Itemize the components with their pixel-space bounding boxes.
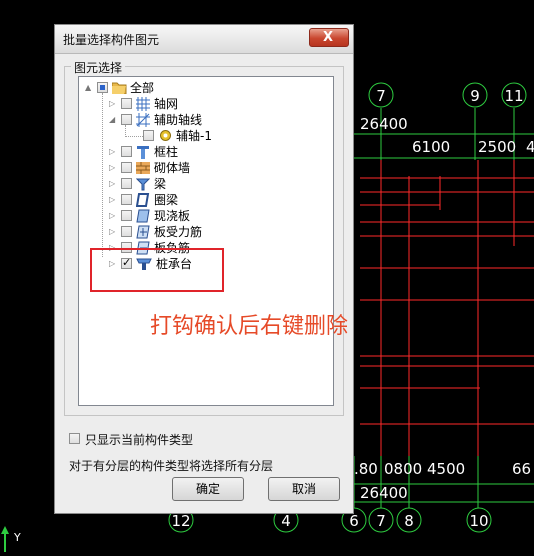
tree-label-frame-column: 框柱 — [154, 145, 179, 159]
tree-checkbox-masonry-wall[interactable] — [121, 162, 132, 173]
ucs-icon: Y — [1, 526, 21, 552]
dialog-title: 批量选择构件图元 — [63, 33, 160, 47]
ring-beam-icon — [135, 193, 150, 207]
gear-icon — [159, 129, 173, 143]
axis-label-10-bottom: 10 — [469, 512, 488, 530]
axis-label-7-top: 7 — [376, 87, 386, 105]
group-title: 图元选择 — [71, 59, 126, 76]
axis-label-6-bottom: 6 — [349, 512, 359, 530]
dimension-bottom-3: 4500 — [427, 460, 465, 478]
component-tree[interactable]: ▲ 全部 ▷ 轴网 ◢ 辅助轴线 辅轴-1 ▷ 框柱 ▷ 砌体墙 ▷ 梁 ▷ 圈… — [78, 76, 334, 406]
annotation-highlight-box — [90, 248, 224, 292]
expand-icon[interactable]: ▷ — [109, 98, 117, 110]
axis-label-12-bottom: 12 — [171, 512, 190, 530]
dialog-titlebar[interactable]: 批量选择构件图元 X — [55, 25, 353, 54]
expand-icon[interactable]: ▷ — [109, 162, 117, 174]
beam-icon — [135, 177, 151, 191]
tree-checkbox-slab-rebar[interactable] — [121, 226, 132, 237]
tree-label-root: 全部 — [130, 81, 155, 95]
expand-icon[interactable]: ▷ — [109, 226, 117, 238]
tree-checkbox-beam[interactable] — [121, 178, 132, 189]
tree-label-masonry-wall: 砌体墙 — [154, 161, 191, 175]
tree-label-aux-axis: 辅助轴线 — [154, 113, 203, 127]
slab-icon — [136, 209, 150, 223]
annotation-text: 打钩确认后右键删除 — [150, 314, 349, 339]
tree-checkbox-ring-beam[interactable] — [121, 194, 132, 205]
expand-icon[interactable]: ▷ — [109, 210, 117, 222]
dimension-bottom-4: 66 — [512, 460, 531, 478]
cancel-button[interactable]: 取消 — [268, 477, 340, 501]
layer-note: 对于有分层的构件类型将选择所有分层 — [69, 459, 274, 473]
tree-checkbox-root[interactable] — [97, 82, 108, 93]
expand-icon[interactable]: ▷ — [109, 194, 117, 206]
tree-checkbox-frame-column[interactable] — [121, 146, 132, 157]
tree-label-slab-rebar: 板受力筋 — [154, 225, 203, 239]
rebar-icon — [136, 225, 150, 239]
expand-icon[interactable]: ▷ — [109, 146, 117, 158]
close-icon: X — [323, 30, 334, 45]
ok-button[interactable]: 确定 — [172, 477, 244, 501]
tree-label-axis-grid: 轴网 — [154, 97, 179, 111]
beam-lines — [360, 160, 534, 456]
tree-checkbox-axis-grid[interactable] — [121, 98, 132, 109]
dimension-top-3: 4 — [526, 138, 534, 156]
dimension-bottom-2: 0800 — [384, 460, 422, 478]
axis-label-7-bottom: 7 — [376, 512, 386, 530]
tree-connector — [102, 93, 103, 257]
dimension-top-main: 26400 — [360, 115, 408, 133]
tree-checkbox-aux-axis[interactable] — [121, 114, 132, 125]
only-current-type-label: 只显示当前构件类型 — [85, 433, 194, 447]
axis-label-4-bottom: 4 — [281, 512, 291, 530]
wall-icon — [136, 161, 150, 175]
dimension-top-2: 2500 — [478, 138, 516, 156]
expand-icon[interactable]: ▷ — [109, 178, 117, 190]
axis-label-9-top: 9 — [470, 87, 480, 105]
tree-label-aux-axis-1: 辅轴-1 — [176, 129, 212, 143]
tree-label-ring-beam: 圈梁 — [154, 193, 179, 207]
close-button[interactable]: X — [309, 28, 349, 47]
grid-icon — [136, 97, 150, 111]
tree-checkbox-cast-slab[interactable] — [121, 210, 132, 221]
ucs-y-label: Y — [13, 531, 21, 544]
only-current-type-checkbox[interactable] — [69, 433, 80, 444]
axis-label-11-top: 11 — [504, 87, 523, 105]
dimension-bottom-1: .80 — [354, 460, 378, 478]
tree-checkbox-aux-axis-1[interactable] — [143, 130, 154, 141]
dimension-top-1: 6100 — [412, 138, 450, 156]
collapse-icon[interactable]: ▲ — [85, 82, 93, 94]
tree-label-beam: 梁 — [154, 177, 167, 191]
tree-label-cast-slab: 现浇板 — [154, 209, 191, 223]
column-icon — [136, 145, 150, 159]
aux-axis-icon — [136, 113, 150, 127]
axis-label-8-bottom: 8 — [404, 512, 414, 530]
collapse-icon[interactable]: ◢ — [109, 114, 117, 126]
folder-icon — [111, 81, 127, 95]
dimension-bottom-main: 26400 — [360, 484, 408, 502]
